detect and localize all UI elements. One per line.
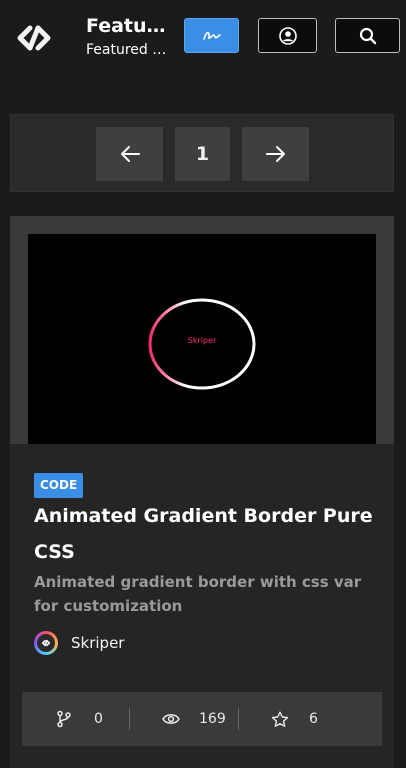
arrow-right-icon	[265, 146, 285, 162]
header-titles: Featured Featured Codes	[86, 14, 168, 60]
type-badge: CODE	[34, 473, 84, 498]
forks-stat: 0	[56, 692, 103, 746]
code-card[interactable]: Skriper CODE Animated Gradient Border Pu…	[10, 216, 394, 768]
signature-icon	[202, 31, 221, 40]
stars-stat[interactable]: 6	[271, 692, 318, 746]
stat-divider	[129, 708, 130, 730]
card-stats: 0 169 6	[22, 692, 382, 746]
link-logo-icon	[41, 639, 51, 647]
page-number-button[interactable]: 1	[175, 127, 230, 181]
next-page-button[interactable]	[242, 127, 309, 181]
card-title[interactable]: Animated Gradient Border Pure CSS	[34, 498, 374, 570]
code-preview[interactable]: Skriper	[28, 234, 376, 444]
card-description: Animated gradient border with css var fo…	[34, 573, 362, 615]
eye-icon	[162, 714, 180, 724]
page-title: Featured	[86, 15, 168, 37]
card-preview-frame: Skriper	[10, 216, 394, 444]
arrow-left-icon	[120, 146, 140, 162]
star-icon	[271, 711, 289, 727]
avatar	[34, 631, 58, 655]
link-logo-icon[interactable]	[8, 18, 60, 58]
author-name: Skriper	[71, 634, 125, 652]
page-subtitle: Featured Codes	[86, 42, 168, 58]
search-icon	[359, 27, 376, 44]
search-button[interactable]	[335, 18, 400, 53]
fork-icon	[57, 710, 71, 728]
gradient-ring: Skriper	[148, 298, 256, 390]
views-stat: 169	[162, 692, 226, 746]
account-button[interactable]	[258, 18, 317, 53]
pagination: 1	[10, 114, 394, 192]
stat-divider	[238, 708, 239, 730]
author[interactable]: Skriper	[34, 630, 124, 656]
views-count: 169	[199, 711, 226, 727]
forks-count: 0	[94, 711, 103, 727]
signature-button[interactable]	[184, 18, 239, 53]
stars-count: 6	[309, 711, 318, 727]
user-circle-icon	[278, 26, 297, 45]
preview-label: Skriper	[187, 336, 217, 345]
previous-page-button[interactable]	[96, 127, 163, 181]
app-header: Featured Featured Codes	[0, 0, 406, 78]
